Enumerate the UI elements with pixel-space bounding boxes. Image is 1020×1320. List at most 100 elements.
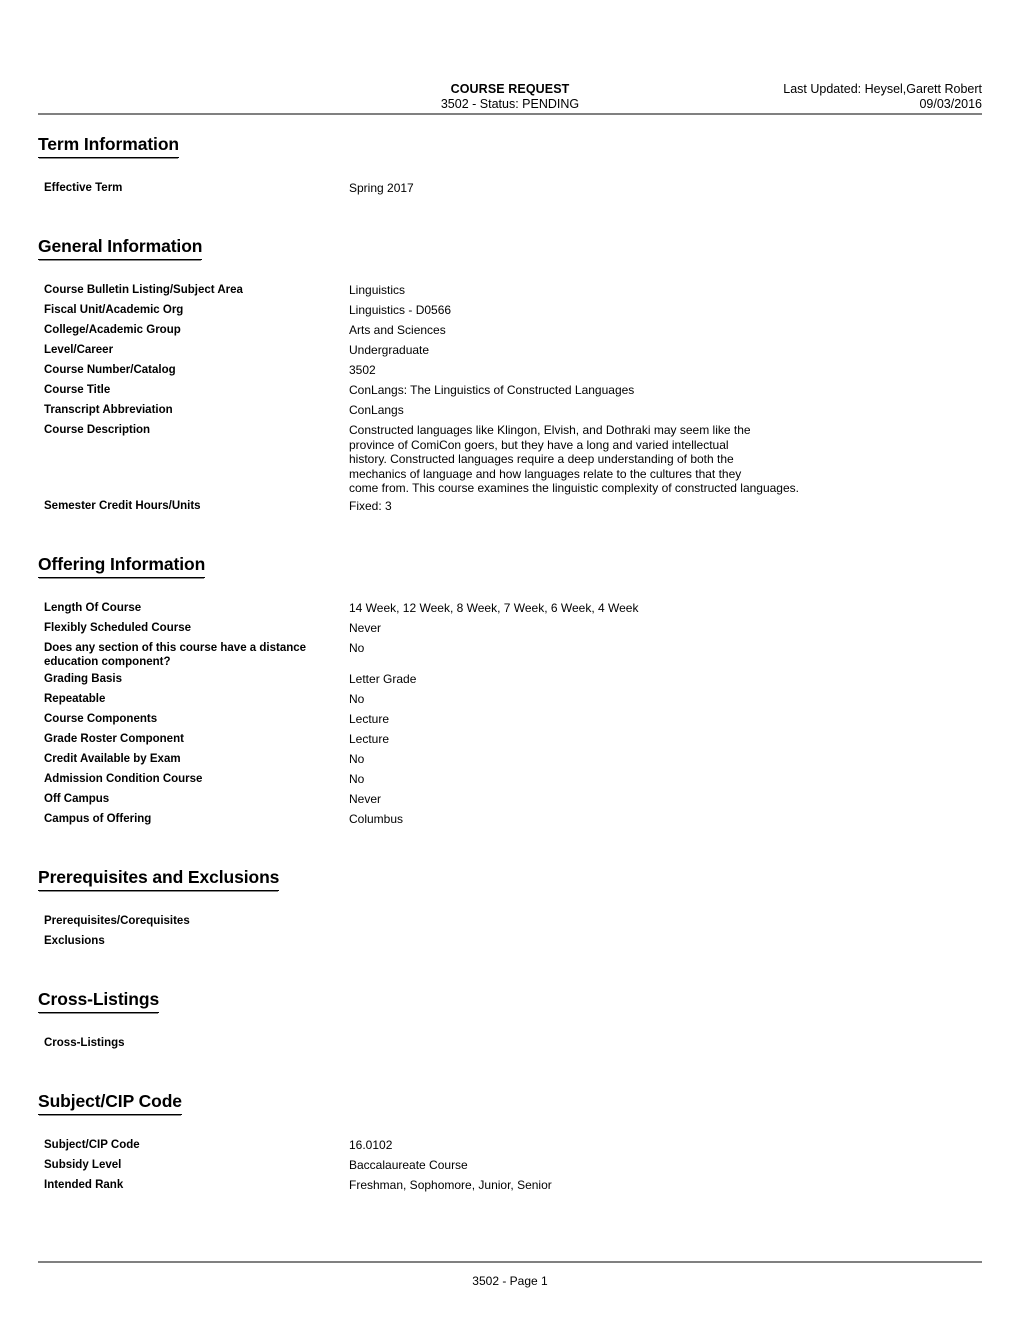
field-label: Course Title [44, 384, 111, 396]
field-value: Lecture [349, 711, 390, 726]
field-row: Flexibly Scheduled Course Never [38, 618, 982, 638]
field-row: Off Campus Never [38, 789, 982, 809]
field-label: Campus of Offering [44, 812, 152, 825]
field-label: Admission Condition Course [44, 772, 203, 785]
field-label: Subsidy Level [44, 1158, 122, 1171]
section-cross-listings: Cross-Listings Cross-Listings [38, 989, 982, 1053]
field-value: Linguistics [349, 283, 406, 297]
cross-listings-fields: Cross-Listings [38, 1033, 982, 1053]
field-row: Repeatable No [38, 689, 982, 709]
section-heading-offering-information: Offering Information [38, 554, 205, 578]
field-value: Freshman, Sophomore, Junior, Senior [349, 1177, 552, 1192]
field-label: Course Components [44, 712, 158, 725]
field-label: Course Bulletin Listing/Subject Area [44, 284, 243, 296]
field-label: Fiscal Unit/Academic Org [44, 304, 184, 316]
field-label: Course Number/Catalog [44, 364, 176, 376]
field-value: Constructed languages like Klingon, Elvi… [349, 423, 799, 495]
field-value: Letter Grade [349, 671, 417, 686]
field-label: Length Of Course [44, 601, 142, 614]
field-value: 16.0102 [349, 1137, 393, 1152]
header-date: 09/03/2016 [919, 97, 982, 111]
field-row: Level/Career Undergraduate [38, 340, 982, 360]
field-row: Campus of Offering Columbus [38, 809, 982, 829]
field-label: Repeatable [44, 692, 106, 705]
section-term-information: Term Information Effective Term Spring 2… [38, 134, 982, 198]
header-divider [38, 113, 982, 115]
field-row: Cross-Listings [38, 1033, 982, 1053]
field-label: Course Description [44, 424, 151, 436]
document-header: COURSE REQUEST 3502 - Status: PENDING La… [38, 0, 982, 115]
field-row: Prerequisites/Corequisites [38, 911, 982, 931]
field-label: Prerequisites/Corequisites [44, 914, 190, 927]
field-value: No [349, 771, 365, 786]
header-right-block: Last Updated: Heysel,Garett Robert 09/03… [783, 82, 982, 112]
field-value: Never [349, 620, 382, 635]
section-heading-term-information: Term Information [38, 134, 179, 158]
field-row: Admission Condition Course No [38, 769, 982, 789]
field-label: Level/Career [44, 344, 114, 356]
course-request-page: COURSE REQUEST 3502 - Status: PENDING La… [0, 0, 1020, 1320]
section-heading-cross-listings: Cross-Listings [38, 989, 159, 1013]
field-row: Fiscal Unit/Academic Org Linguistics - D… [38, 300, 982, 320]
field-row: Grade Roster Component Lecture [38, 729, 982, 749]
field-value: Arts and Sciences [349, 323, 446, 337]
prerequisites-fields: Prerequisites/Corequisites Exclusions [38, 911, 982, 951]
field-label: Cross-Listings [44, 1036, 125, 1049]
field-value: Undergraduate [349, 343, 430, 357]
field-label: Exclusions [44, 934, 105, 947]
field-label: College/Academic Group [44, 324, 181, 336]
field-row: Course Bulletin Listing/Subject Area Lin… [38, 280, 982, 300]
field-row: Credit Available by Exam No [38, 749, 982, 769]
section-offering-information: Offering Information Length Of Course 14… [38, 554, 982, 829]
field-label: Effective Term [44, 182, 123, 194]
field-label: Grading Basis [44, 672, 122, 685]
field-row: Subsidy Level Baccalaureate Course [38, 1155, 982, 1175]
field-label: Grade Roster Component [44, 732, 184, 745]
offering-information-fields: Length Of Course 14 Week, 12 Week, 8 Wee… [38, 598, 982, 829]
field-value: Spring 2017 [349, 181, 414, 195]
section-heading-general-information: General Information [38, 236, 202, 260]
field-value: Baccalaureate Course [349, 1157, 468, 1172]
field-value: Linguistics - D0566 [349, 303, 452, 317]
field-value: 14 Week, 12 Week, 8 Week, 7 Week, 6 Week… [349, 600, 639, 615]
field-value: Lecture [349, 731, 390, 746]
field-label: Semester Credit Hours/Units [44, 499, 201, 512]
section-heading-subject-cip-code: Subject/CIP Code [38, 1091, 182, 1115]
field-row-course-description: Course Description Constructed languages… [38, 420, 982, 496]
section-heading-prerequisites-and-exclusions: Prerequisites and Exclusions [38, 867, 279, 891]
field-row: Semester Credit Hours/Units Fixed: 3 [38, 496, 982, 516]
field-row: Grading Basis Letter Grade [38, 669, 982, 689]
field-label: Does any section of this course have a d… [44, 641, 307, 668]
field-row: Exclusions [38, 931, 982, 951]
field-row: Course Number/Catalog 3502 [38, 360, 982, 380]
field-value: Columbus [349, 811, 404, 826]
field-label: Transcript Abbreviation [44, 404, 173, 416]
field-value: No [349, 640, 365, 655]
field-value: No [349, 691, 365, 706]
field-value: ConLangs: The Linguistics of Constructed… [349, 383, 635, 397]
field-row: College/Academic Group Arts and Sciences [38, 320, 982, 340]
field-row: Intended Rank Freshman, Sophomore, Junio… [38, 1175, 982, 1195]
subject-cip-fields: Subject/CIP Code 16.0102 Subsidy Level B… [38, 1135, 982, 1195]
field-value: Fixed: 3 [349, 498, 392, 513]
field-row: Course Components Lecture [38, 709, 982, 729]
last-updated-text: Last Updated: Heysel,Garett Robert [783, 82, 982, 96]
field-row-distance-education: Does any section of this course have a d… [38, 638, 982, 669]
field-value: 3502 [349, 363, 376, 377]
field-label: Intended Rank [44, 1178, 124, 1191]
field-row: Transcript Abbreviation ConLangs [38, 400, 982, 420]
section-prerequisites-and-exclusions: Prerequisites and Exclusions Prerequisit… [38, 867, 982, 951]
field-label: Credit Available by Exam [44, 752, 181, 765]
field-value: No [349, 751, 365, 766]
field-label: Off Campus [44, 792, 110, 805]
field-label: Subject/CIP Code [44, 1138, 140, 1151]
section-subject-cip-code: Subject/CIP Code Subject/CIP Code 16.010… [38, 1091, 982, 1195]
field-label: Flexibly Scheduled Course [44, 621, 191, 634]
section-general-information: General Information Course Bulletin List… [38, 236, 982, 516]
page-number: 3502 - Page 1 [472, 1274, 548, 1288]
field-value: ConLangs [349, 403, 404, 417]
field-row: Effective Term Spring 2017 [38, 178, 982, 198]
field-row: Subject/CIP Code 16.0102 [38, 1135, 982, 1155]
field-row: Length Of Course 14 Week, 12 Week, 8 Wee… [38, 598, 982, 618]
general-information-fields: Course Bulletin Listing/Subject Area Lin… [38, 280, 982, 516]
